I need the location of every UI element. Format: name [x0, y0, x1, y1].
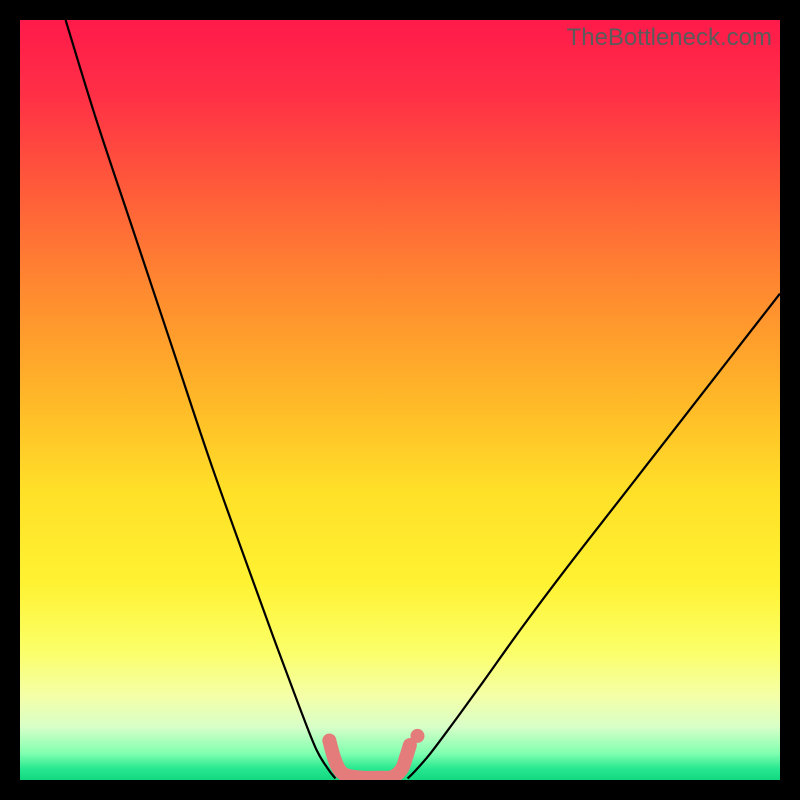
bottleneck-chart — [20, 20, 780, 780]
gradient-background — [20, 20, 780, 780]
chart-frame: TheBottleneck.com — [0, 0, 800, 800]
watermark-text: TheBottleneck.com — [567, 24, 772, 52]
valley-marker-dot — [410, 729, 424, 743]
